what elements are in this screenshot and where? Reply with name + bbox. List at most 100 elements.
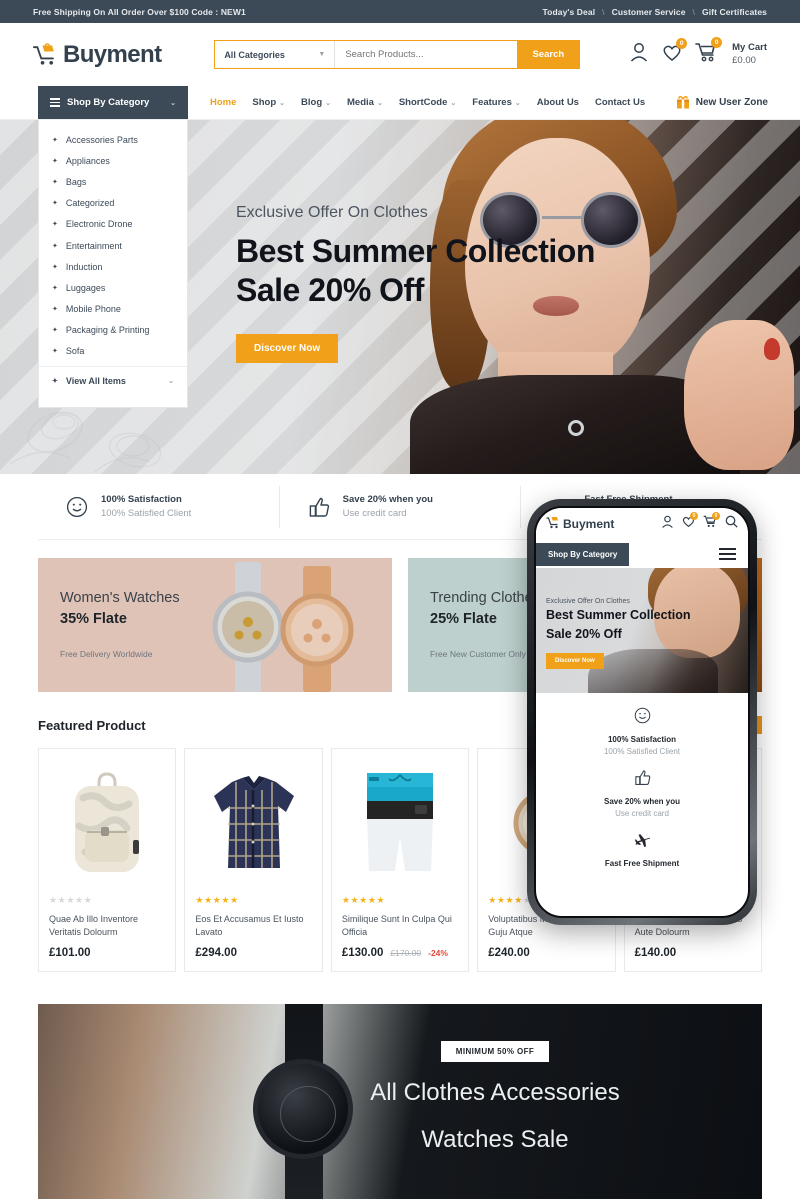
phone-shop-by-category-button[interactable]: Shop By Category (536, 542, 630, 566)
watches-image (212, 562, 354, 692)
discover-now-button[interactable]: Discover Now (236, 334, 339, 364)
phone-logo[interactable]: Buyment (546, 516, 614, 532)
promo-womens-watches[interactable]: Women's Watches 35% Flate Free Delivery … (38, 558, 392, 692)
bullet-icon: ✦ (52, 136, 58, 144)
product-discount-badge: -24% (428, 948, 448, 959)
phone-hero-banner: Exclusive Offer On Clothes Best Summer C… (536, 568, 748, 693)
product-price: £130.00 (341, 947, 384, 960)
phone-service-satisfaction: 100% Satisfaction 100% Satisfied Client (536, 707, 748, 756)
category-item-view-all[interactable]: ✦ View All Items ⌄ (39, 366, 187, 392)
category-item-accessories-parts[interactable]: ✦ Accessories Parts (39, 129, 187, 150)
category-item-packaging-printing[interactable]: ✦ Packaging & Printing (39, 320, 187, 341)
account-icon[interactable] (629, 42, 649, 68)
category-item-bags[interactable]: ✦ Bags (39, 171, 187, 192)
chevron-down-icon: ⌄ (170, 99, 176, 107)
chevron-down-icon: ⌄ (168, 378, 174, 386)
product-rating: ★★★★★ (195, 895, 239, 905)
nav-item-contact-us[interactable]: Contact Us (595, 97, 645, 108)
phone-service-subtitle: 100% Satisfied Client (603, 747, 681, 756)
free-shipping-promo-text: Free Shipping On All Order Over $100 Cod… (33, 6, 246, 17)
account-icon[interactable] (661, 515, 674, 534)
top-announcement-bar: Free Shipping On All Order Over $100 Cod… (0, 0, 800, 23)
topbar-link-gift-certificates[interactable]: Gift Certificates (702, 7, 767, 17)
nav-item-about-us[interactable]: About Us (537, 97, 579, 108)
site-header: Buyment All Categories ▼ Search 0 (0, 23, 800, 86)
category-item-categorized[interactable]: ✦ Categorized (39, 193, 187, 214)
product-name: Eos Et Accusamus Et Iusto Lavato (195, 914, 304, 938)
hero-title-line2: Sale 20% Off (236, 272, 424, 309)
nav-item-home[interactable]: Home (210, 97, 236, 108)
product-card[interactable]: ★★★★★ Similique Sunt In Culpa Qui Offici… (330, 748, 470, 973)
nav-item-shortcode[interactable]: ShortCode ⌄ (399, 97, 456, 108)
chevron-down-icon: ⌄ (450, 99, 457, 107)
category-item-induction[interactable]: ✦ Induction (39, 256, 187, 277)
shop-by-category-label: Shop By Category (67, 97, 150, 108)
shopping-cart-logo-icon (32, 42, 59, 67)
product-price-row: £294.00 (195, 947, 311, 959)
category-item-sofa[interactable]: ✦ Sofa (39, 341, 187, 362)
search-category-label: All Categories (224, 49, 285, 60)
category-item-luggages[interactable]: ✦ Luggages (39, 277, 187, 298)
bullet-icon: ✦ (52, 200, 58, 208)
phone-hero-subtitle: Exclusive Offer On Clothes (546, 598, 630, 605)
category-item-electronic-drone[interactable]: ✦ Electronic Drone (39, 214, 187, 235)
nav-item-media[interactable]: Media ⌄ (347, 97, 383, 108)
search-category-select[interactable]: All Categories ▼ (215, 41, 336, 68)
gift-icon (676, 94, 690, 112)
topbar-link-todays-deal[interactable]: Today's Deal (543, 7, 596, 17)
topbar-separator: \ (602, 6, 605, 17)
nav-item-blog[interactable]: Blog ⌄ (301, 97, 331, 108)
nav-item-shop[interactable]: Shop ⌄ (252, 97, 285, 108)
phone-screen: Buyment 0 0 Shop By Category Exclusive O… (534, 506, 750, 918)
cart-summary[interactable]: My Cart £0.00 (732, 42, 767, 68)
nav-label: Media (347, 97, 374, 108)
service-subtitle: Use credit card (342, 508, 407, 519)
bottom-banner-title-line2: Watches Sale (421, 1125, 569, 1153)
topbar-links: Today's Deal \ Customer Service \ Gift C… (543, 7, 768, 17)
category-item-appliances[interactable]: ✦ Appliances (39, 150, 187, 171)
phone-discover-now-button[interactable]: Discover Now (546, 652, 604, 669)
category-label: Accessories Parts (65, 134, 138, 145)
thumbs-up-icon (308, 496, 330, 518)
category-label: Luggages (65, 282, 106, 293)
product-card[interactable]: ★★★★★ Quae Ab Illo Inventore Veritatis D… (38, 748, 177, 973)
bullet-icon: ✦ (52, 157, 58, 165)
category-label: View All Items (65, 376, 126, 387)
category-item-entertainment[interactable]: ✦ Entertainment (39, 235, 187, 256)
product-image-board-shorts (342, 759, 458, 887)
new-user-zone-link[interactable]: New User Zone (676, 86, 768, 119)
shop-by-category-button[interactable]: Shop By Category ⌄ (38, 86, 188, 119)
bottom-promo-banner[interactable]: MINIMUM 50% OFF All Clothes Accessories … (38, 1004, 762, 1200)
search-button[interactable]: Search (517, 41, 580, 68)
model-nail (764, 338, 780, 360)
product-name: Similique Sunt In Culpa Qui Officia (341, 914, 452, 938)
product-card[interactable]: ★★★★★ Eos Et Accusamus Et Iusto Lavato £… (184, 748, 323, 973)
search-icon[interactable] (725, 515, 738, 533)
page-root: Free Shipping On All Order Over $100 Cod… (0, 0, 800, 1200)
category-label: Sofa (65, 346, 85, 357)
phone-service-subtitle: Use credit card (615, 809, 669, 818)
phone-service-shipping: Fast Free Shipment (536, 831, 748, 868)
site-logo[interactable]: Buyment (32, 41, 162, 69)
cart-icon[interactable]: 0 (703, 512, 720, 533)
bullet-icon: ✦ (52, 348, 58, 356)
nav-item-features[interactable]: Features ⌄ (472, 97, 520, 108)
hamburger-icon[interactable] (719, 548, 736, 560)
bottom-banner-title-line1: All Clothes Accessories (370, 1079, 620, 1107)
product-price-row: £101.00 (49, 947, 165, 959)
wishlist-icon[interactable]: 0 (682, 512, 698, 533)
phone-hero-title-line1: Best Summer Collection (546, 608, 691, 622)
phone-logo-text: Buyment (563, 517, 615, 531)
chevron-down-icon: ⌄ (279, 99, 286, 107)
search-input[interactable] (335, 41, 518, 68)
category-item-mobile-phone[interactable]: ✦ Mobile Phone (39, 299, 187, 320)
product-price-row: £130.00 £170.00 -24% (342, 947, 458, 959)
phone-service-title: Save 20% when you (603, 797, 681, 806)
hamburger-icon (50, 98, 60, 107)
topbar-link-customer-service[interactable]: Customer Service (612, 7, 686, 17)
cart-icon[interactable]: 0 (695, 37, 723, 67)
wishlist-icon[interactable]: 0 (662, 37, 688, 67)
bullet-icon: ✦ (52, 178, 58, 186)
thumbs-up-icon (634, 770, 651, 790)
nav-label: ShortCode (398, 97, 448, 108)
